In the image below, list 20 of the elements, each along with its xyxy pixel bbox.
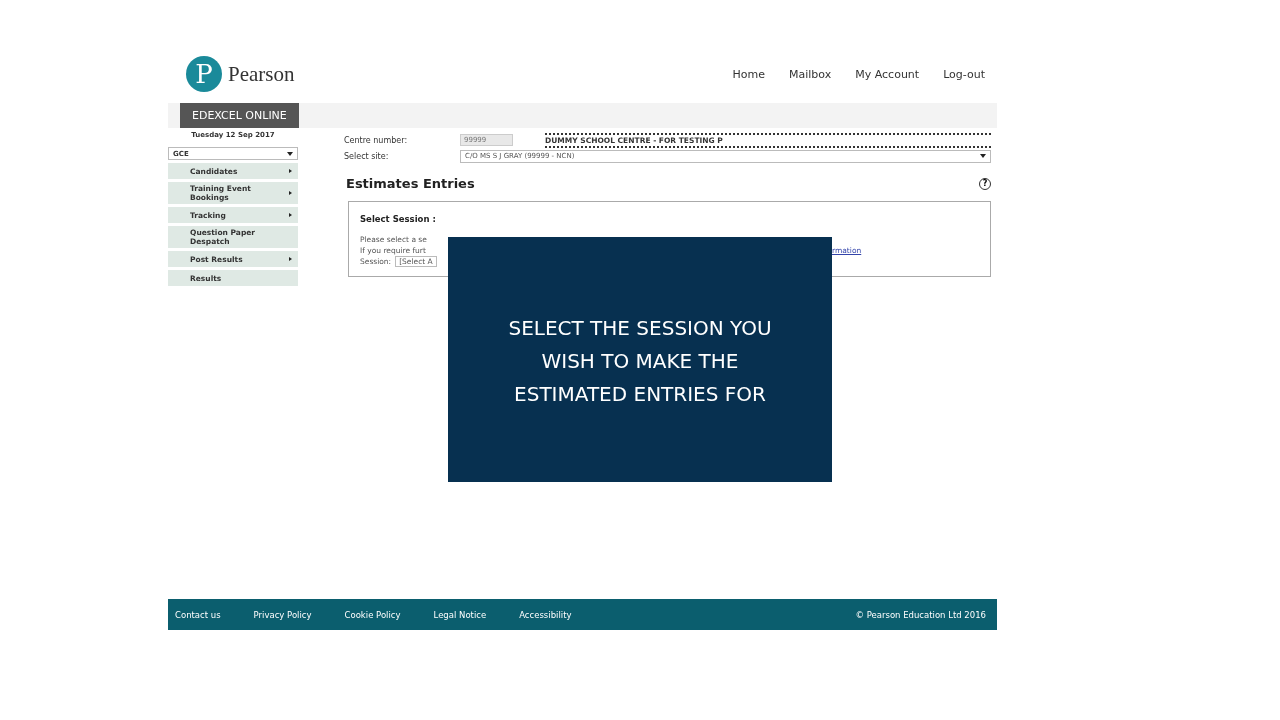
page-title: Estimates Entries [346,176,475,191]
footer-link[interactable]: Legal Notice [433,609,487,620]
caption-text: SELECT THE SESSION YOU WISH TO MAKE THE ESTIMATED ENTRIES FOR [507,315,773,408]
copyright-text: © Pearson Education Ltd 2016 [855,609,987,620]
footer-link[interactable]: Privacy Policy [253,609,312,620]
nav-link[interactable]: Log-out [943,67,985,81]
caret-icon [287,151,293,156]
footer-link[interactable]: Accessibility [519,609,572,620]
field-label: Centre number: [344,135,409,145]
footer-link[interactable]: Contact us [175,609,221,620]
portal-tab[interactable]: EDEXCEL ONLINE [180,103,299,128]
caret-icon [980,154,986,158]
nav-link[interactable]: Mailbox [789,67,832,81]
panel-heading: Select Session : [360,214,437,224]
footer-link[interactable]: Cookie Policy [344,609,401,620]
field-label: Select site: [344,151,390,161]
nav-link[interactable]: My Account [855,67,920,81]
logo-icon: P [186,56,222,92]
nav-link[interactable]: Home [732,67,765,81]
brand-name: Pearson [228,61,295,87]
